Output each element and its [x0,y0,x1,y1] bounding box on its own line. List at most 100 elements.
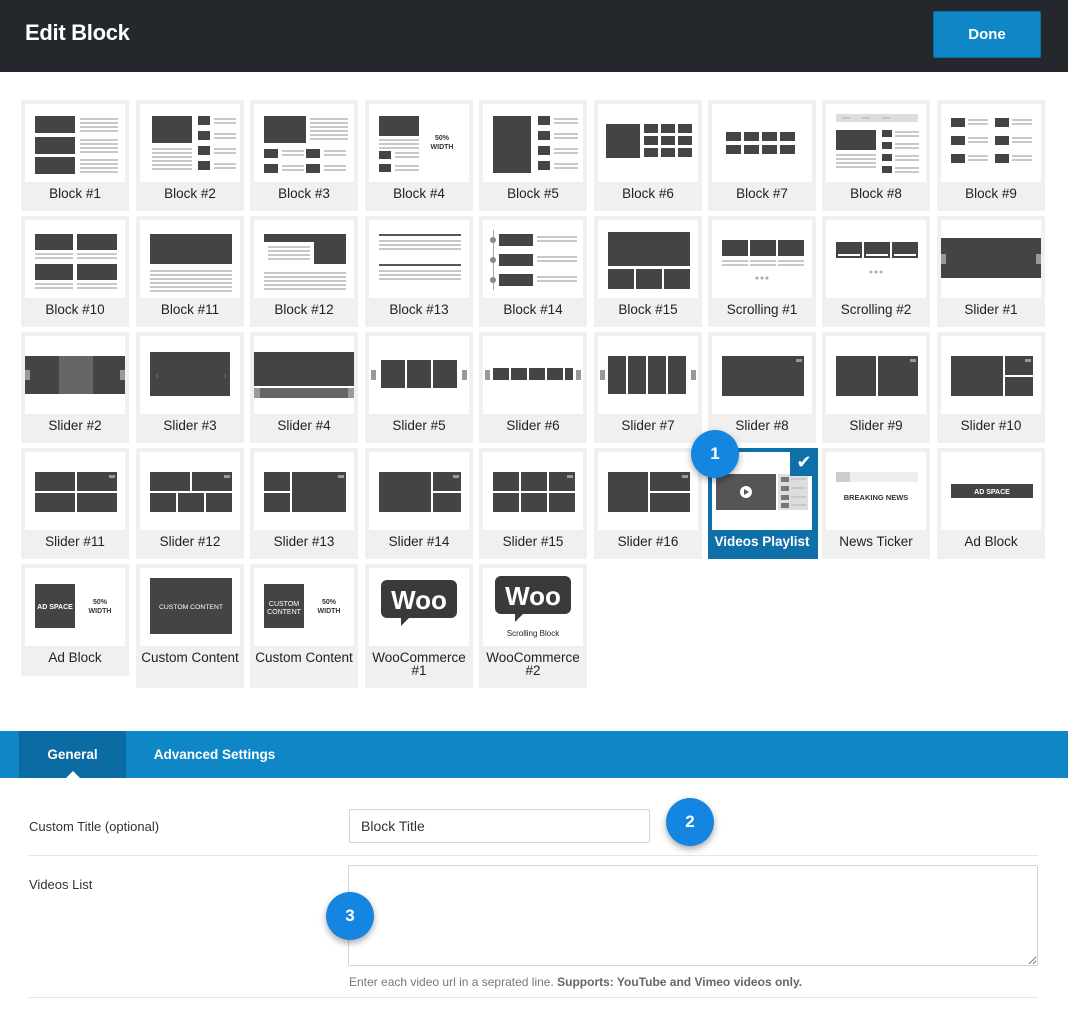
help-strong-text: Supports: YouTube and Vimeo videos only. [557,975,803,989]
block-option-s12[interactable]: Slider #12 [136,448,244,559]
block-option-s6[interactable]: Slider #6 [479,332,587,443]
block-option-ad1[interactable]: AD SPACE Ad Block [937,448,1045,559]
block-option-label: Slider #2 [48,418,102,433]
block-option-s11[interactable]: Slider #11 [21,448,129,559]
thumbnail-text: WIDTH [89,608,112,615]
block-option-b6[interactable]: Block #6 [594,100,702,211]
thumbnail-text: AD SPACE [974,489,1010,496]
block-thumbnail: CUSTOM CONTENT [140,568,240,646]
block-option-label: Scrolling #1 [726,302,798,317]
svg-text:›: › [224,371,227,380]
block-option-s16[interactable]: Slider #16 [594,448,702,559]
block-thumbnail [254,336,354,414]
step-marker-3: 3 [326,892,374,940]
block-option-b14[interactable]: Block #14 [479,216,587,327]
block-option-b9[interactable]: Block #9 [937,100,1045,211]
block-option-woo1[interactable]: Woo WooCommerce #1 [365,564,473,688]
block-thumbnail [941,104,1041,182]
block-thumbnail [826,336,926,414]
block-option-label: Slider #7 [621,418,675,433]
block-option-b11[interactable]: Block #11 [136,216,244,327]
block-option-b8[interactable]: Block #8 [822,100,930,211]
block-option-b3[interactable]: Block #3 [250,100,358,211]
thumbnail-text: 50% [322,599,337,606]
thumbnail-text: BREAKING NEWS [844,493,909,502]
block-option-b13[interactable]: Block #13 [365,216,473,327]
help-text: Enter each video url in a seprated line. [349,975,554,989]
block-option-label: Slider #12 [159,534,221,549]
custom-title-input[interactable] [349,809,650,843]
block-thumbnail [941,220,1041,298]
thumbnail-text: WIDTH [318,608,341,615]
block-thumbnail: Woo [369,568,469,646]
settings-tabbar: General Advanced Settings [0,731,1068,778]
block-option-label: Block #4 [393,186,445,201]
block-option-label: Slider #14 [388,534,450,549]
done-button[interactable]: Done [933,11,1041,58]
block-option-b12[interactable]: Block #12 [250,216,358,327]
block-thumbnail: AD SPACE [941,452,1041,530]
block-thumbnail: ‹ › [140,336,240,414]
block-thumbnail [369,220,469,298]
block-thumbnail [598,336,698,414]
block-option-ad2[interactable]: AD SPACE 50% WIDTH Ad Block [21,564,129,676]
thumbnail-text: 50% [435,135,450,142]
block-option-b5[interactable]: Block #5 [479,100,587,211]
block-thumbnail: 50% WIDTH [369,104,469,182]
block-option-cc2[interactable]: CUSTOM CONTENT 50% WIDTH Custom Content [250,564,358,688]
block-option-label: Block #8 [850,186,902,201]
thumbnail-text: 50% [93,599,108,606]
block-option-s10[interactable]: Slider #10 [937,332,1045,443]
block-option-nt[interactable]: BREAKING NEWS News Ticker [822,448,930,559]
videos-list-textarea[interactable] [348,865,1038,966]
block-option-s8[interactable]: Slider #8 [708,332,816,443]
block-option-sc2[interactable]: Scrolling #2 [822,216,930,327]
block-option-b2[interactable]: Block #2 [136,100,244,211]
block-option-label: Block #12 [274,302,334,317]
block-thumbnail [598,452,698,530]
block-thumbnail [941,336,1041,414]
block-thumbnail [25,104,125,182]
block-option-woo2[interactable]: Woo Scrolling Block WooCommerce #2 [479,564,587,688]
block-thumbnail [369,336,469,414]
block-option-s1[interactable]: Slider #1 [937,216,1045,327]
block-option-s5[interactable]: Slider #5 [365,332,473,443]
tab-advanced-settings[interactable]: Advanced Settings [142,731,287,778]
thumbnail-text: CONTENT [267,609,302,616]
tab-general[interactable]: General [19,731,126,778]
block-option-b10[interactable]: Block #10 [21,216,129,327]
block-thumbnail [598,104,698,182]
block-option-cc1[interactable]: CUSTOM CONTENT Custom Content [136,564,244,688]
editor-header: Edit Block Done [0,0,1068,72]
thumbnail-text: Woo [391,585,447,615]
block-thumbnail [254,104,354,182]
svg-text:‹: ‹ [156,371,159,380]
block-option-label: Videos Playlist [714,534,810,549]
block-option-label: Slider #10 [960,418,1022,433]
block-option-s15[interactable]: Slider #15 [479,448,587,559]
block-thumbnail: CUSTOM CONTENT 50% WIDTH [254,568,354,646]
block-option-s14[interactable]: Slider #14 [365,448,473,559]
block-option-b4[interactable]: 50% WIDTH Block #4 [365,100,473,211]
selected-check-icon: ✔ [790,448,818,476]
block-option-s4[interactable]: Slider #4 [250,332,358,443]
block-option-sc1[interactable]: Scrolling #1 [708,216,816,327]
block-option-s9[interactable]: Slider #9 [822,332,930,443]
block-option-b1[interactable]: Block #1 [21,100,129,211]
videos-list-label: Videos List [29,877,93,892]
block-thumbnail: Woo Scrolling Block [483,568,583,646]
block-option-b7[interactable]: Block #7 [708,100,816,211]
block-thumbnail [25,220,125,298]
block-thumbnail [140,220,240,298]
block-option-s2[interactable]: Slider #2 [21,332,129,443]
block-option-label: Slider #11 [45,534,105,549]
block-thumbnail [826,220,926,298]
block-option-s3[interactable]: ‹ › Slider #3 [136,332,244,443]
block-option-b15[interactable]: Block #15 [594,216,702,327]
block-option-label: Ad Block [964,534,1018,549]
block-option-s13[interactable]: Slider #13 [250,448,358,559]
thumbnail-text: WIDTH [431,144,454,151]
block-option-s7[interactable]: Slider #7 [594,332,702,443]
block-option-label: Block #14 [503,302,563,317]
block-option-label: Block #7 [736,186,788,201]
